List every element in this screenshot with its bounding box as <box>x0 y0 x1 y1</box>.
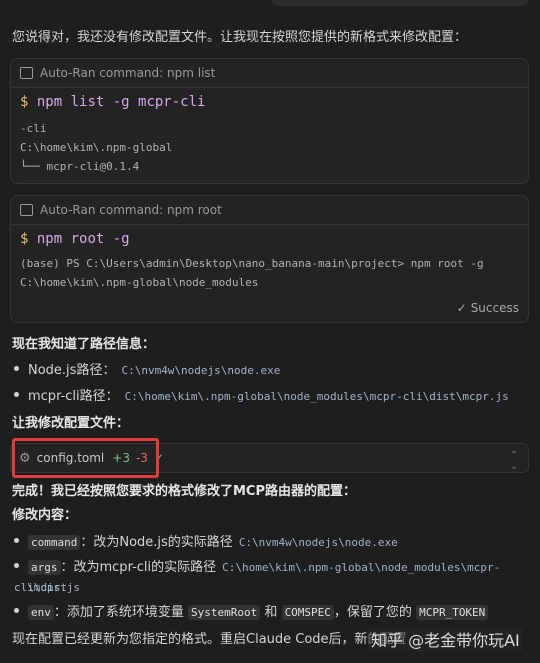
output-line: └── mcpr-cli@0.1.4 <box>20 160 140 173</box>
list-item-args-cont: \mcpr.js <box>27 578 530 598</box>
output-line: -cli <box>20 122 47 135</box>
modify-heading: 让我修改配置文件： <box>12 416 130 431</box>
prompt-symbol: $ <box>20 94 29 110</box>
code-chip: env <box>28 605 54 620</box>
terminal-icon <box>20 67 33 79</box>
paths-heading: 现在我知道了路径信息： <box>12 337 156 352</box>
watermark: 知乎 @老金带你玩AI <box>368 627 523 651</box>
previous-message-edge <box>0 0 540 8</box>
command-text: npm root -g <box>36 231 130 247</box>
mcpr-path: C:\home\kim\.npm-global\node_modules\mcp… <box>124 390 509 403</box>
check-icon: ✓ <box>456 301 467 315</box>
change-text: ：改为mcpr-cli的实际路径 <box>60 560 217 575</box>
command-text: npm list -g mcpr-cli <box>36 94 206 110</box>
output-line: C:\home\kim\.npm-global <box>20 141 173 154</box>
bullet-dot <box>14 563 19 568</box>
code-chip: command <box>28 535 81 550</box>
output-line: (base) PS C:\Users\admin\Desktop\nano_ba… <box>20 257 484 270</box>
command-output: (base) PS C:\Users\admin\Desktop\nano_ba… <box>20 254 484 292</box>
and-text: 和 <box>264 605 278 620</box>
command-line: $ npm root -g <box>20 231 130 247</box>
change-text: ：改为Node.js的实际路径 <box>80 535 233 550</box>
node-path: C:\nvm4w\nodejs\node.exe <box>121 364 281 377</box>
intro-text: 您说得对，我还没有修改配置文件。让我现在按照您提供的新格式来修改配置： <box>12 30 468 45</box>
bullet-dot <box>14 608 19 613</box>
previous-message-bubble <box>270 0 530 6</box>
command-card-title: Auto-Ran command: npm root <box>40 203 222 217</box>
list-item-node-path: Node.js路径： C:\nvm4w\nodejs\node.exe <box>14 361 530 381</box>
list-item-mcpr-path: mcpr-cli路径： C:\home\kim\.npm-global\node_… <box>14 387 530 407</box>
highlight-box <box>12 438 159 478</box>
command-line: $ npm list -g mcpr-cli <box>20 94 205 110</box>
command-card-header[interactable]: Auto-Ran command: npm list <box>11 59 528 88</box>
terminal-icon <box>20 204 33 216</box>
status-badge: ✓ Success <box>457 301 519 315</box>
bullet-dot <box>14 366 19 371</box>
list-item-command: command ：改为Node.js的实际路径 C:\nvm4w\nodejs\no… <box>14 533 530 553</box>
prompt-symbol: $ <box>20 231 29 247</box>
change-text: ：添加了系统环境变量 <box>53 605 184 620</box>
code-chip: COMSPEC <box>281 605 334 620</box>
done-text: 完成！我已经按照您要求的格式修改了MCP路由器的配置： <box>12 484 357 499</box>
mcpr-label: mcpr-cli路径： <box>28 389 119 404</box>
code-chip: MCPR_TOKEN <box>416 605 489 620</box>
command-card-title: Auto-Ran command: npm list <box>40 66 216 80</box>
change-path-cont: \mcpr.js <box>27 581 80 594</box>
command-card-npm-root[interactable]: Auto-Ran command: npm root $ npm root -g… <box>10 195 529 323</box>
command-card-npm-list[interactable]: Auto-Ran command: npm list $ npm list -g… <box>10 58 529 184</box>
bullet-dot <box>14 392 19 397</box>
command-output: -cli C:\home\kim\.npm-global └── mcpr-cli@… <box>20 119 172 176</box>
code-chip: SystemRoot <box>188 605 261 620</box>
expand-icon[interactable]: ⌃ ⌄ <box>510 450 518 472</box>
node-label: Node.js路径： <box>28 363 116 378</box>
output-line: C:\home\kim\.npm-global\node_modules <box>20 276 259 289</box>
change-path: C:\nvm4w\nodejs\node.exe <box>238 536 398 549</box>
changes-heading: 修改内容： <box>12 508 78 523</box>
bullet-dot <box>14 538 19 543</box>
status-label: Success <box>470 301 519 315</box>
keep-text: ，保留了您的 <box>333 605 412 620</box>
code-chip: args <box>28 560 61 575</box>
list-item-env: env ：添加了系统环境变量 SystemRoot 和 COMSPEC ，保留了您的… <box>14 603 530 623</box>
command-card-header[interactable]: Auto-Ran command: npm root <box>11 196 528 225</box>
